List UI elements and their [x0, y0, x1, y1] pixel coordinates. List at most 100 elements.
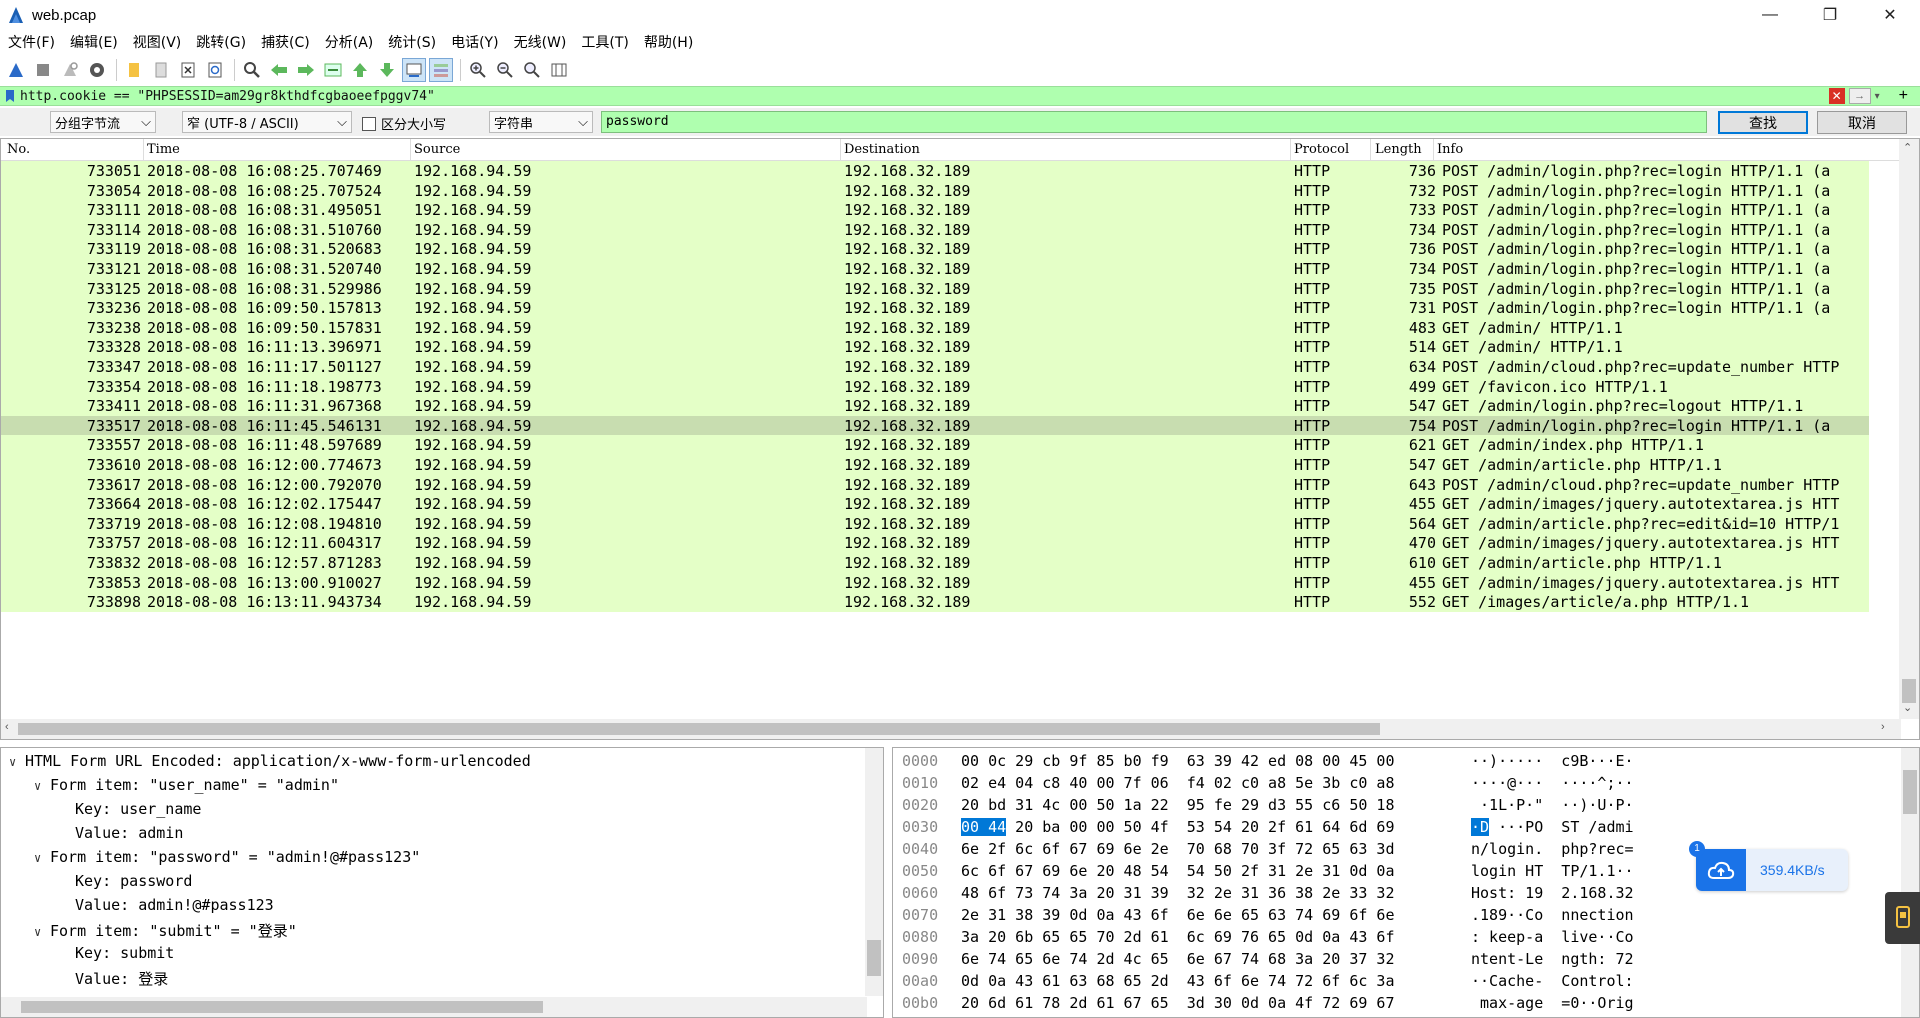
column-info[interactable]: Info	[1437, 142, 1463, 157]
column-divider[interactable]	[840, 139, 841, 161]
zoom-out-icon[interactable]	[493, 58, 517, 82]
ascii-bytes[interactable]: ··)····· c9B···E·	[1471, 752, 1634, 770]
hex-bytes[interactable]: 02 e4 04 c8 40 00 7f 06 f4 02 c0 a8 5e 3…	[961, 774, 1394, 792]
case-sensitive-checkbox[interactable]	[362, 116, 376, 131]
menu-go[interactable]: 跳转(G)	[196, 32, 246, 52]
ascii-bytes[interactable]: login HT TP/1.1··	[1471, 862, 1634, 880]
scroll-right-icon[interactable]: ›	[1881, 721, 1885, 733]
menu-help[interactable]: 帮助(H)	[644, 32, 693, 52]
packet-row[interactable]: 733125 2018-08-08 16:08:31.529986 192.168.…	[1, 278, 1869, 299]
details-tree-item[interactable]: Key: user_name	[59, 800, 201, 824]
menu-telephony[interactable]: 电话(Y)	[451, 32, 498, 52]
ascii-bytes[interactable]: ··Cache- Control:	[1471, 972, 1634, 990]
ascii-bytes[interactable]: n/login. php?rec=	[1471, 840, 1634, 858]
hex-bytes[interactable]: 48 6f 73 74 3a 20 31 39 32 2e 31 36 38 2…	[961, 884, 1394, 902]
open-file-icon[interactable]	[122, 58, 146, 82]
column-divider[interactable]	[1433, 139, 1434, 161]
details-tree-item[interactable]: Value: 登录	[59, 968, 168, 992]
scroll-thumb[interactable]	[18, 723, 1380, 735]
column-destination[interactable]: Destination	[844, 142, 920, 157]
scroll-up-icon[interactable]: ⌃	[1903, 141, 1912, 154]
details-hscroll[interactable]	[1, 997, 867, 1017]
reload-icon[interactable]	[203, 58, 227, 82]
column-time[interactable]: Time	[147, 142, 180, 157]
search-input[interactable]: password	[601, 111, 1707, 133]
packet-row[interactable]: 733121 2018-08-08 16:08:31.520740 192.168.…	[1, 259, 1869, 279]
bytes-vscroll[interactable]	[1901, 748, 1919, 1017]
menu-view[interactable]: 视图(V)	[133, 32, 182, 52]
hex-bytes[interactable]: 20 bd 31 4c 00 50 1a 22 95 fe 29 d3 55 c…	[961, 796, 1394, 814]
details-tree-item[interactable]: ∨ Form item: "submit" = "登录"	[34, 920, 297, 944]
expand-chevron-icon[interactable]: ∨	[9, 755, 25, 769]
packet-row[interactable]: 733719 2018-08-08 16:12:08.194810 192.168.…	[1, 513, 1869, 534]
menu-wireless[interactable]: 无线(W)	[514, 32, 567, 52]
clear-filter-icon[interactable]: ✕	[1828, 88, 1845, 104]
menu-statistics[interactable]: 统计(S)	[388, 32, 436, 52]
packet-row[interactable]: 733111 2018-08-08 16:08:31.495051 192.168.…	[1, 200, 1869, 220]
colorize-icon[interactable]	[429, 58, 453, 82]
details-tree-item[interactable]: Value: admin!@#pass123	[59, 896, 274, 920]
details-tree-item[interactable]: Key: submit	[59, 944, 174, 968]
packet-row[interactable]: 733119 2018-08-08 16:08:31.520683 192.168.…	[1, 239, 1869, 259]
packet-row[interactable]: 733347 2018-08-08 16:11:17.501127 192.168.…	[1, 357, 1869, 377]
packet-row[interactable]: 733517 2018-08-08 16:11:45.546131 192.168.…	[1, 415, 1869, 436]
go-back-icon[interactable]	[267, 58, 291, 82]
maximize-button[interactable]: ❐	[1800, 0, 1860, 30]
column-no[interactable]: No.	[7, 142, 30, 157]
ascii-bytes[interactable]: max-age =0··Orig	[1471, 994, 1634, 1012]
minimize-button[interactable]: —	[1740, 0, 1800, 30]
find-button[interactable]: 查找	[1718, 111, 1808, 134]
resize-columns-icon[interactable]	[547, 58, 571, 82]
packet-row[interactable]: 733238 2018-08-08 16:09:50.157831 192.168.…	[1, 317, 1869, 338]
details-tree-item[interactable]: ∨ HTML Form URL Encoded: application/x-ww…	[9, 752, 531, 776]
selected-ascii-bytes[interactable]: ·D	[1471, 818, 1490, 836]
ascii-bytes[interactable]: : keep-a live··Co	[1471, 928, 1634, 946]
bookmark-icon[interactable]	[0, 87, 20, 105]
packet-row[interactable]: 733236 2018-08-08 16:09:50.157813 192.168.…	[1, 298, 1869, 318]
case-sensitive-option[interactable]: 区分大小写	[362, 114, 446, 133]
details-tree-item[interactable]: ∨ Form item: "password" = "admin!@#pass12…	[34, 848, 420, 872]
column-protocol[interactable]: Protocol	[1294, 142, 1349, 157]
zoom-in-icon[interactable]	[466, 58, 490, 82]
column-divider[interactable]	[1370, 139, 1371, 161]
hex-bytes[interactable]: 00 44 20 ba 00 00 50 4f 53 54 20 2f 61 6…	[961, 818, 1394, 836]
details-tree-item[interactable]: ∨ Form item: "user_name" = "admin"	[34, 776, 339, 800]
packet-row[interactable]: 733114 2018-08-08 16:08:31.510760 192.168.…	[1, 219, 1869, 240]
hex-bytes[interactable]: 3a 20 6b 65 65 70 2d 61 6c 69 76 65 0d 0…	[961, 928, 1394, 946]
hex-bytes[interactable]: 2e 31 38 39 0d 0a 43 6f 6e 6e 65 63 74 6…	[961, 906, 1394, 924]
packet-row[interactable]: 733853 2018-08-08 16:13:00.910027 192.168.…	[1, 572, 1869, 593]
menu-tools[interactable]: 工具(T)	[581, 32, 628, 52]
ascii-bytes[interactable]: .189··Co nnection	[1471, 906, 1634, 924]
packet-row[interactable]: 733411 2018-08-08 16:11:31.967368 192.168.…	[1, 396, 1869, 416]
column-length[interactable]: Length	[1375, 142, 1422, 157]
scroll-left-icon[interactable]: ‹	[5, 721, 9, 733]
packet-row[interactable]: 733757 2018-08-08 16:12:11.604317 192.168.…	[1, 533, 1869, 553]
packet-row[interactable]: 733557 2018-08-08 16:11:48.597689 192.168.…	[1, 435, 1869, 455]
details-tree-item[interactable]: Value: admin	[59, 824, 183, 848]
close-file-icon[interactable]	[176, 58, 200, 82]
go-forward-icon[interactable]	[294, 58, 318, 82]
display-filter-input[interactable]: http.cookie == "PHPSESSID=am29gr8kthdfcg…	[20, 89, 1829, 104]
restart-icon[interactable]	[58, 58, 82, 82]
go-last-icon[interactable]	[375, 58, 399, 82]
packet-row[interactable]: 733354 2018-08-08 16:11:18.198773 192.168.…	[1, 376, 1869, 397]
ascii-bytes[interactable]: ·1L·P·" ··)·U·P·	[1471, 796, 1634, 814]
zoom-reset-icon[interactable]	[520, 58, 544, 82]
column-divider[interactable]	[410, 139, 411, 161]
go-first-icon[interactable]	[348, 58, 372, 82]
menu-file[interactable]: 文件(F)	[8, 32, 55, 52]
packet-list-vscroll[interactable]: ⌃ ⌄	[1899, 139, 1919, 719]
autoscroll-icon[interactable]	[402, 58, 426, 82]
ascii-bytes[interactable]: ····@··· ····^;··	[1471, 774, 1634, 792]
menu-capture[interactable]: 捕获(C)	[261, 32, 310, 52]
column-divider[interactable]	[1290, 139, 1291, 161]
find-packet-icon[interactable]	[240, 58, 264, 82]
details-vscroll[interactable]	[865, 748, 883, 996]
hex-bytes[interactable]: 6e 74 65 6e 74 2d 4c 65 6e 67 74 68 3a 2…	[961, 950, 1394, 968]
selected-hex-bytes[interactable]: 00 44	[961, 818, 1007, 836]
network-speed-widget[interactable]: 359.4KB/s	[1696, 849, 1848, 891]
apply-filter-button[interactable]: →	[1848, 88, 1871, 104]
packet-row[interactable]: 733617 2018-08-08 16:12:00.792070 192.168.…	[1, 474, 1869, 495]
ascii-bytes[interactable]: ntent-Le ngth: 72	[1471, 950, 1634, 968]
column-source[interactable]: Source	[414, 142, 460, 157]
